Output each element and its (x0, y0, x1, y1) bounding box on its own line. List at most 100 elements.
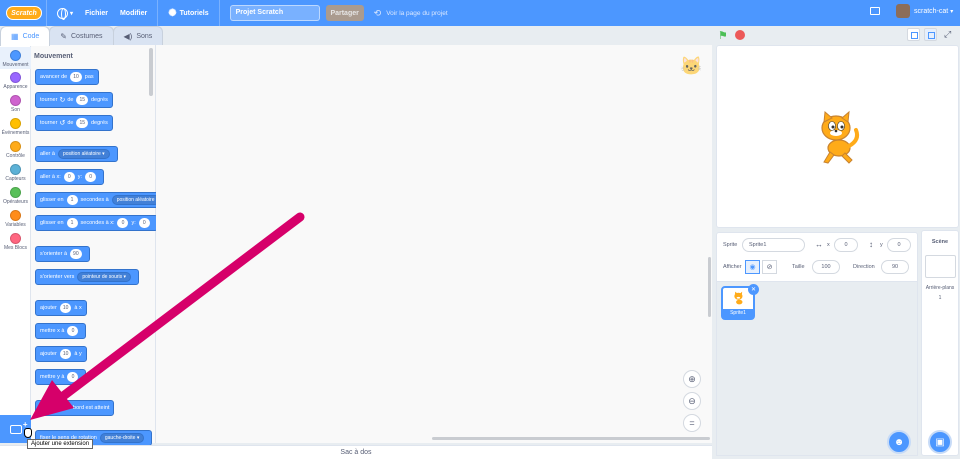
sprite-thumbnail-name: Sprite1 (723, 309, 753, 318)
script-workspace[interactable] (156, 45, 712, 443)
block-turn-left[interactable]: tourner ↺ de 15 degrés (35, 115, 113, 131)
stage-thumbnail[interactable] (925, 255, 956, 278)
block-number-input[interactable]: 0 (67, 326, 79, 336)
edit-menu[interactable]: Modifier (114, 0, 153, 26)
workspace-horizontal-scrollbar[interactable] (432, 437, 710, 440)
block-change-x[interactable]: ajouter 10 à x (35, 300, 87, 316)
block-number-input[interactable]: 1 (66, 218, 78, 228)
block-text: de (67, 120, 74, 126)
fullscreen-icon[interactable]: ⤢ (944, 29, 951, 40)
block-number-input[interactable]: 1 (66, 195, 78, 205)
category-control[interactable]: Contrôle (0, 141, 31, 159)
scratch-logo[interactable]: Scratch (6, 6, 42, 20)
stop-icon[interactable] (735, 30, 745, 40)
block-text: degrés (91, 120, 108, 126)
block-change-y[interactable]: ajouter 10 à y (35, 346, 87, 362)
scratch-cat-sprite[interactable] (812, 110, 864, 165)
direction-input[interactable]: 90 (881, 260, 909, 274)
show-sprite-button[interactable]: ◉ (745, 260, 760, 274)
stage-panel-title: Scène (931, 239, 949, 245)
add-backdrop-button[interactable]: ▣ (928, 430, 952, 454)
avatar (896, 4, 910, 18)
block-dropdown[interactable]: pointeur de souris ▾ (77, 272, 132, 282)
category-sensing[interactable]: Capteurs (0, 164, 31, 182)
x-position-input[interactable]: 0 (834, 238, 858, 252)
tutorials-button[interactable]: ✺ Tutoriels (162, 0, 214, 26)
block-set-x[interactable]: mettre x à 0 (35, 323, 87, 339)
category-variables[interactable]: Variables (0, 210, 31, 228)
see-project-page-button[interactable]: ⟲ Voir la page du projet (374, 8, 448, 19)
zoom-out-button[interactable]: ⊖ (683, 392, 701, 410)
block-move-steps[interactable]: avancer de 10 pas (35, 69, 99, 85)
account-menu[interactable]: scratch-cat ▾ (896, 4, 953, 18)
block-number-input[interactable]: 15 (76, 95, 88, 105)
category-sound[interactable]: Son (0, 95, 31, 113)
size-input[interactable]: 100 (812, 260, 840, 274)
dropdown-value: position aléatoire (62, 151, 101, 157)
block-bounce-on-edge[interactable]: rebondir si le bord est atteint (35, 400, 115, 416)
language-menu[interactable]: ▾ (51, 0, 79, 26)
block-glide[interactable]: glisser en 1 secondes à position aléatoi… (35, 192, 168, 208)
palette-scrollbar[interactable] (149, 48, 153, 96)
tab-costumes[interactable]: ✎ Costumes (49, 26, 114, 46)
sprite-name-label: Sprite (723, 242, 738, 248)
category-motion[interactable]: Mouvement (0, 47, 31, 69)
y-arrows-icon: ↕ (869, 240, 873, 249)
my-stuff-folder-icon[interactable] (870, 7, 880, 15)
workspace-vertical-scrollbar[interactable] (708, 257, 711, 317)
category-label: Contrôle (6, 153, 25, 159)
block-number-input[interactable]: 10 (59, 303, 72, 313)
y-position-input[interactable]: 0 (887, 238, 911, 252)
username: scratch-cat (914, 7, 949, 15)
file-menu[interactable]: Fichier (79, 0, 114, 26)
sprite-name-input[interactable]: Sprite1 (742, 238, 805, 252)
tab-code[interactable]: ▦ Code (0, 26, 51, 46)
block-dropdown[interactable]: position aléatoire ▾ (57, 149, 110, 159)
block-point-towards[interactable]: s'orienter vers pointeur de souris ▾ (35, 269, 140, 285)
share-button[interactable]: Partager (325, 5, 364, 21)
dropdown-value: gauche-droite (104, 435, 136, 441)
rotate-clockwise-icon: ↻ (59, 97, 66, 104)
hide-sprite-button[interactable]: ⊘ (762, 260, 777, 274)
category-events[interactable]: Événements (0, 118, 31, 136)
block-number-input[interactable]: 10 (59, 349, 72, 359)
zoom-reset-button[interactable]: = (683, 414, 701, 432)
block-number-input[interactable]: 90 (70, 249, 82, 259)
small-stage-button[interactable] (907, 28, 920, 41)
block-goto[interactable]: aller à position aléatoire ▾ (35, 146, 118, 162)
large-stage-button[interactable] (924, 28, 937, 41)
block-turn-right[interactable]: tourner ↻ de 15 degrés (35, 92, 113, 108)
category-looks[interactable]: Apparence (0, 72, 31, 90)
block-point-direction[interactable]: s'orienter à 90 (35, 246, 90, 262)
project-title-input[interactable]: Projet Scratch (229, 5, 320, 21)
block-number-input[interactable]: 0 (138, 218, 150, 228)
block-dropdown[interactable]: gauche-droite ▾ (99, 433, 145, 443)
category-operators[interactable]: Opérateurs (0, 187, 31, 205)
chevron-down-icon: ▾ (70, 10, 74, 17)
category-label: Son (11, 107, 20, 113)
block-number-input[interactable]: 0 (63, 172, 75, 182)
zoom-in-button[interactable]: ⊕ (683, 370, 701, 388)
block-goto-xy[interactable]: aller à x: 0 y: 0 (35, 169, 105, 185)
category-dot-icon (10, 95, 21, 106)
backpack-label: Sac à dos (340, 449, 372, 456)
tab-sounds[interactable]: ◀) Sons (112, 26, 164, 46)
block-glide-xy[interactable]: glisser en 1 secondes à x: 0 y: 0 (35, 215, 158, 231)
delete-sprite-button[interactable]: ✕ (748, 284, 759, 295)
rotate-counterclockwise-icon: ↺ (59, 120, 66, 127)
scratch-cat-thumbnail (734, 291, 743, 305)
block-number-input[interactable]: 0 (117, 218, 129, 228)
category-my-blocks[interactable]: Mes Blocs (0, 233, 31, 251)
block-text: aller à x: (40, 174, 61, 180)
block-number-input[interactable]: 0 (67, 372, 79, 382)
block-number-input[interactable]: 10 (70, 72, 82, 82)
backpack-bar[interactable]: Sac à dos (0, 445, 712, 459)
block-number-input[interactable]: 0 (85, 172, 97, 182)
block-number-input[interactable]: 15 (76, 118, 88, 128)
zoom-in-icon: ⊕ (688, 373, 696, 384)
block-set-y[interactable]: mettre y à 0 (35, 369, 87, 385)
category-label: Mes Blocs (3, 245, 28, 251)
add-sprite-button[interactable]: ☻ (887, 430, 911, 454)
block-dropdown[interactable]: position aléatoire (111, 195, 160, 205)
green-flag-icon[interactable]: ⚑ (718, 29, 728, 42)
